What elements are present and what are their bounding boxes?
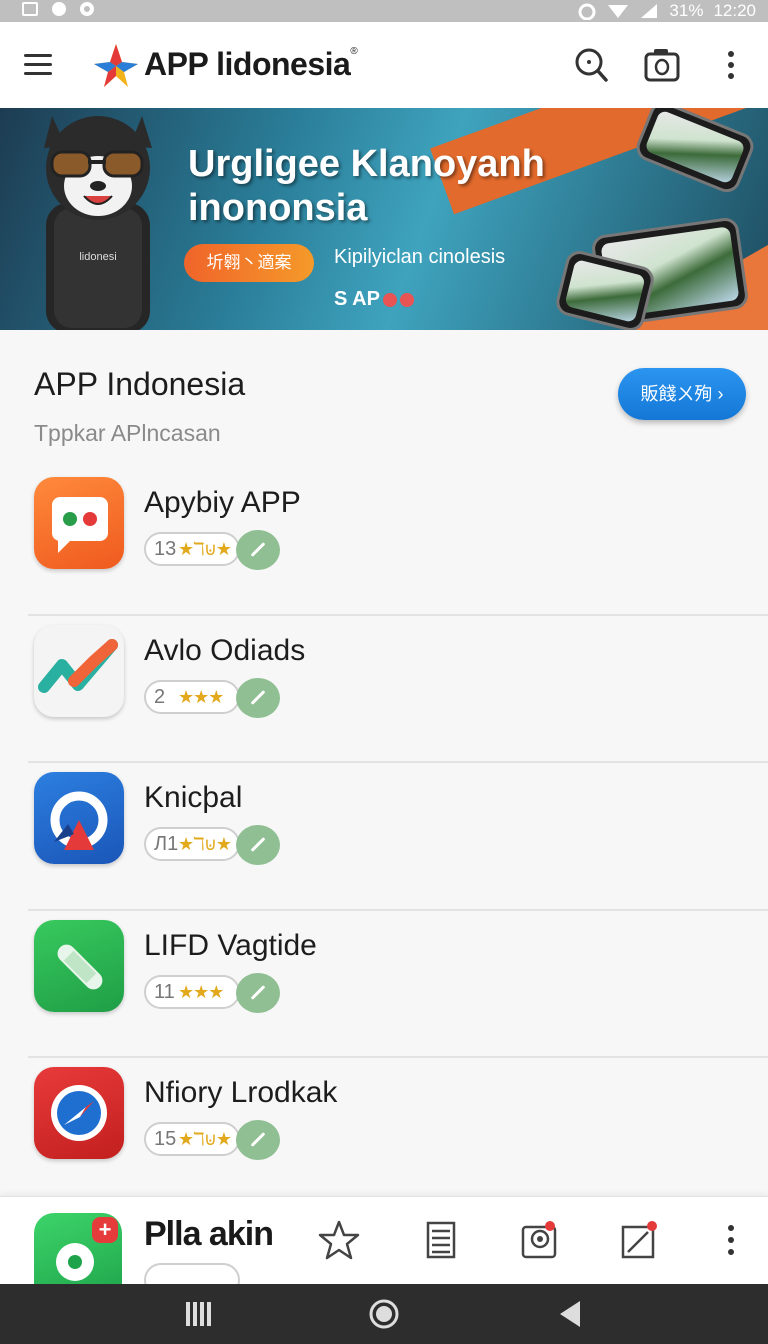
main-content: APP Indonesia Tppkar APlncasan 販餞ㄨ殉 › Ap…	[0, 330, 768, 1206]
banner-cta-button[interactable]: 圻翱丶適案	[184, 244, 314, 282]
star-icon[interactable]	[318, 1219, 360, 1261]
notification-dot-icon	[52, 2, 66, 16]
featured-app-icon[interactable]: +	[34, 1213, 122, 1284]
home-icon[interactable]	[368, 1298, 400, 1330]
compass-icon	[34, 1067, 124, 1159]
list-item[interactable]: Apybiy APP 13 ★ℸ⊍★	[28, 468, 768, 616]
profile-icon[interactable]	[518, 1219, 560, 1261]
more-vert-icon[interactable]	[710, 1219, 752, 1261]
recents-icon[interactable]	[184, 1298, 214, 1330]
gallery-notification-icon	[22, 2, 38, 16]
rating-badge: 15 ★ℸ⊍★	[144, 1122, 240, 1156]
install-button[interactable]	[236, 1120, 280, 1160]
system-nav-bar	[0, 1284, 768, 1344]
mascot-label: lidonesi	[79, 251, 116, 263]
trend-chart-icon	[34, 624, 124, 717]
app-name: Nfiory Lrodkak	[144, 1076, 338, 1109]
search-icon[interactable]	[572, 46, 610, 84]
install-button[interactable]	[236, 677, 280, 718]
add-icon: +	[92, 1217, 118, 1243]
clock: 12:20	[713, 1, 756, 20]
see-more-button[interactable]: 販餞ㄨ殉 ›	[618, 368, 746, 420]
promo-banner[interactable]: lidonesi Urgligee Klanoyanh inononsia 圻翱…	[0, 108, 768, 330]
featured-app-title: Plla akin	[144, 1215, 274, 1253]
more-vert-icon[interactable]	[712, 46, 750, 84]
app-bar: APP lidonesia®	[0, 22, 768, 108]
chat-icon	[34, 477, 124, 569]
app-title: APP lidonesia®	[144, 46, 358, 82]
install-button[interactable]	[236, 530, 280, 570]
mascot-speaker-image: lidonesi	[44, 116, 152, 330]
app-name: Knicþal	[144, 781, 243, 814]
signal-icon	[641, 4, 658, 18]
bottom-nav-bar: + Plla akin	[0, 1196, 768, 1284]
list-item[interactable]: Knicþal Л1 ★ℸ⊍★	[28, 763, 768, 911]
back-icon[interactable]	[556, 1298, 584, 1330]
section-subtitle: Tppkar APlncasan	[34, 420, 221, 446]
banner-tagline: Kipilyiclan cinolesis	[334, 246, 506, 268]
rating-badge	[144, 1263, 240, 1284]
install-button[interactable]	[236, 972, 280, 1013]
alarm-icon	[578, 3, 596, 20]
list-item[interactable]: Avlo Odiads 2 ★★★	[28, 616, 768, 763]
app-logo-icon	[94, 44, 138, 87]
edit-icon[interactable]	[618, 1219, 660, 1261]
app-list: Apybiy APP 13 ★ℸ⊍★ Avlo Odiads 2 ★★★ Kni…	[0, 468, 768, 1206]
list-item[interactable]: LIFD Vagtide 11 ★★★	[28, 911, 768, 1058]
bandage-icon	[34, 919, 124, 1012]
app-name: Avlo Odiads	[144, 633, 306, 667]
menu-icon[interactable]	[24, 54, 52, 76]
rating-badge: 11 ★★★	[144, 974, 240, 1009]
sync-notification-icon	[80, 2, 94, 16]
install-button[interactable]	[236, 825, 280, 865]
wifi-icon	[608, 5, 629, 18]
phone-image	[632, 108, 758, 197]
banner-headline: Urgligee Klanoyanh inononsia	[188, 143, 545, 229]
camera-icon[interactable]	[643, 46, 681, 84]
rating-badge: 2 ★★★	[144, 679, 240, 714]
library-icon[interactable]	[420, 1219, 462, 1261]
status-bar: 31% 12:20	[0, 0, 768, 22]
app-name: Apybiy APP	[144, 486, 301, 519]
rating-badge: 13 ★ℸ⊍★	[144, 532, 240, 566]
battery-percent: 31%	[669, 1, 704, 20]
section-title: APP Indonesia	[34, 366, 246, 402]
rating-badge: Л1 ★ℸ⊍★	[144, 827, 240, 861]
banner-brand: S AP	[334, 288, 414, 311]
list-item[interactable]: Nfiory Lrodkak 15 ★ℸ⊍★	[28, 1058, 768, 1206]
gauge-icon	[34, 772, 124, 864]
app-name: LIFD Vagtide	[144, 928, 317, 962]
